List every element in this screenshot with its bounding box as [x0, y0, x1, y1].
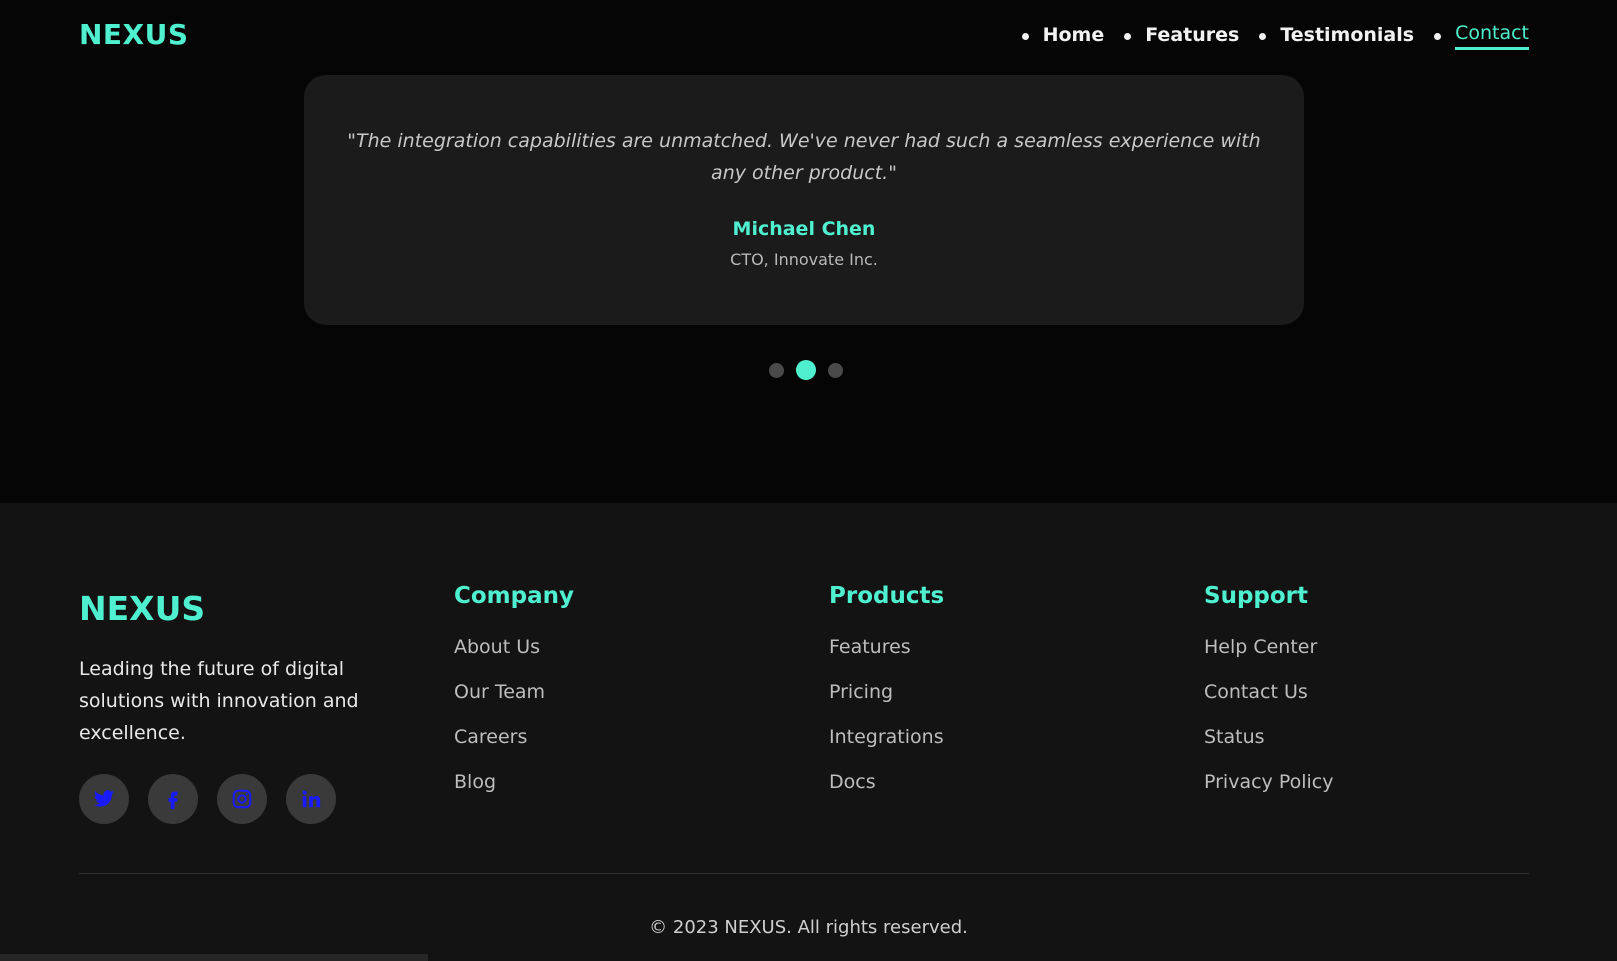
- testimonial-author: Michael Chen: [732, 218, 876, 240]
- logo[interactable]: NEXUS: [79, 18, 189, 51]
- testimonial-quote: "The integration capabilities are unmatc…: [347, 130, 1261, 184]
- nav-label: Features: [1145, 23, 1240, 46]
- footer-logo[interactable]: NEXUS: [79, 589, 205, 628]
- footer-divider: [79, 873, 1529, 874]
- bullet-icon: [1124, 32, 1132, 40]
- nav-features[interactable]: Features: [1124, 24, 1239, 49]
- footer-link-contact-us[interactable]: Contact Us: [1204, 678, 1333, 723]
- linkedin-link[interactable]: [286, 774, 336, 824]
- footer-link-blog[interactable]: Blog: [454, 768, 574, 813]
- carousel-dot-3[interactable]: [828, 362, 843, 378]
- nav-contact[interactable]: Contact: [1434, 22, 1529, 50]
- footer-column-company: Company About Us Our Team Careers Blog: [454, 583, 574, 813]
- footer-link-features[interactable]: Features: [829, 633, 944, 678]
- bullet-icon: [1259, 32, 1267, 40]
- nav-testimonials[interactable]: Testimonials: [1259, 24, 1414, 49]
- facebook-icon: [168, 791, 178, 810]
- footer-link-careers[interactable]: Careers: [454, 723, 574, 768]
- footer-link-docs[interactable]: Docs: [829, 768, 944, 813]
- testimonial-role: CTO, Innovate Inc.: [730, 250, 878, 269]
- copyright-text: © 2023 NEXUS. All rights reserved.: [649, 917, 968, 938]
- footer-column-support: Support Help Center Contact Us Status Pr…: [1204, 583, 1333, 813]
- footer-link-privacy-policy[interactable]: Privacy Policy: [1204, 768, 1333, 813]
- footer-link-integrations[interactable]: Integrations: [829, 723, 944, 768]
- twitter-link[interactable]: [79, 774, 129, 824]
- bullet-icon: [1434, 32, 1442, 40]
- linkedin-icon: [302, 790, 321, 808]
- footer-link-status[interactable]: Status: [1204, 723, 1333, 768]
- nav-label: Testimonials: [1280, 23, 1415, 46]
- footer-column-title: Company: [454, 583, 574, 609]
- site-header: NEXUS Home Features Testimonials Contact: [0, 0, 1617, 75]
- footer-link-our-team[interactable]: Our Team: [454, 678, 574, 723]
- facebook-link[interactable]: [148, 774, 198, 824]
- instagram-icon: [232, 789, 252, 809]
- footer-link-pricing[interactable]: Pricing: [829, 678, 944, 723]
- footer-column-title: Support: [1204, 583, 1309, 609]
- footer-link-about-us[interactable]: About Us: [454, 633, 574, 678]
- social-links: [79, 774, 355, 824]
- bullet-icon: [1021, 32, 1029, 40]
- twitter-icon: [93, 790, 115, 807]
- horizontal-scrollbar[interactable]: [0, 954, 428, 961]
- testimonial-card: "The integration capabilities are unmatc…: [304, 75, 1304, 325]
- nav-label: Contact: [1455, 22, 1529, 50]
- nav-home[interactable]: Home: [1021, 23, 1105, 49]
- carousel-dots: [769, 360, 855, 380]
- site-footer: NEXUS Leading the future of digital solu…: [0, 503, 1617, 961]
- footer-column-products: Products Features Pricing Integrations D…: [829, 583, 944, 813]
- instagram-link[interactable]: [217, 774, 267, 824]
- main-nav: Home Features Testimonials Contact: [1002, 22, 1529, 50]
- footer-description: Leading the future of digital solutions …: [79, 658, 359, 744]
- carousel-dot-2[interactable]: [796, 360, 816, 380]
- carousel-dot-1[interactable]: [769, 362, 784, 378]
- footer-column-title: Products: [829, 583, 945, 609]
- footer-link-help-center[interactable]: Help Center: [1204, 633, 1333, 678]
- nav-label: Home: [1042, 23, 1105, 46]
